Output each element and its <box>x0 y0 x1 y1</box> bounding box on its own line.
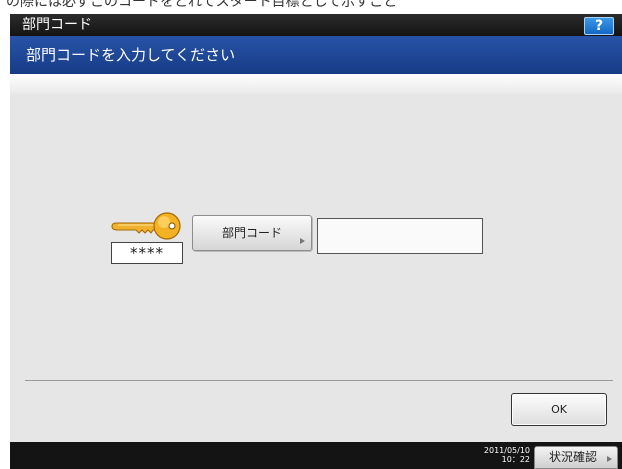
ok-button[interactable]: OK <box>511 393 607 426</box>
job-status-button[interactable]: 状況確認 <box>534 446 618 469</box>
key-icon: **** <box>110 210 184 274</box>
key-graphic <box>111 212 181 240</box>
top-text-strip: の際には必ずこのコードをとれてスタート目標として示すこと <box>0 0 622 14</box>
instruction-header: 部門コードを入力してください <box>10 36 622 74</box>
window-title: 部門コード <box>22 17 92 33</box>
date-text: 2011/05/10 <box>483 446 530 455</box>
status-bar: 2011/05/10 10：22 状況確認 <box>10 442 622 469</box>
top-text: の際には必ずこのコードをとれてスタート目標として示すこと <box>6 0 398 10</box>
help-button[interactable]: ? <box>584 17 614 35</box>
dialog-panel: 部門コード ? 部門コードを入力してください **** 部門コード OK 201… <box>10 14 622 469</box>
job-status-label: 状況確認 <box>549 450 598 464</box>
dept-code-button-label: 部門コード <box>221 226 282 240</box>
screen: の際には必ずこのコードをとれてスタート目標として示すこと 部門コード ? 部門コ… <box>0 0 622 469</box>
instruction-text: 部門コードを入力してください <box>26 46 236 64</box>
title-bar: 部門コード ? <box>10 14 622 36</box>
arrow-right-icon <box>300 238 305 244</box>
divider <box>25 380 613 381</box>
arrow-right-icon <box>607 456 612 462</box>
dept-code-input[interactable] <box>317 218 483 254</box>
datetime-display: 2011/05/10 10：22 <box>478 446 530 464</box>
help-icon: ? <box>594 18 604 34</box>
time-text: 10：22 <box>501 455 530 464</box>
header-shadow <box>10 74 622 94</box>
dept-code-button[interactable]: 部門コード <box>192 215 312 251</box>
masked-code-label: **** <box>111 242 183 264</box>
